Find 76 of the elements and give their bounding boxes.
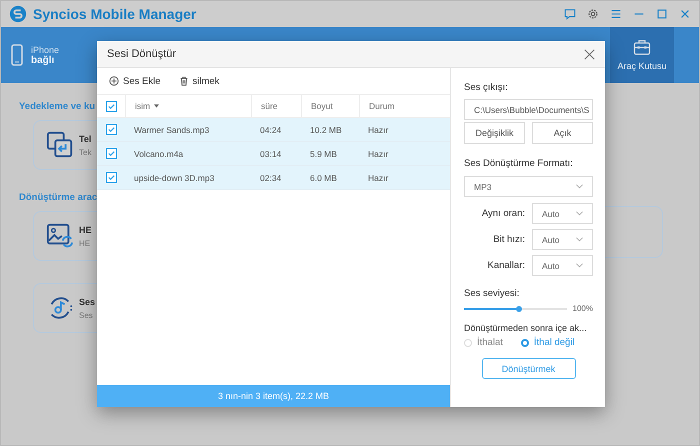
radio-label[interactable]: İthalat (477, 337, 503, 348)
dialog-title: Sesi Dönüştür (107, 48, 176, 60)
table-row[interactable]: upside-down 3D.mp3 02:34 6.0 MB Hazır (97, 166, 450, 190)
summary-bar: 3 nın-nin 3 item(s), 22.2 MB (97, 385, 450, 407)
option-label: Aynı oran: (482, 208, 525, 219)
card-subtitle: HE (79, 238, 92, 248)
column-header[interactable]: Boyut (301, 95, 359, 117)
toolbox-icon (633, 39, 651, 56)
radio-label[interactable]: İthal değil (534, 337, 575, 348)
path-button[interactable]: Değişiklik (464, 122, 525, 144)
device-name: iPhone (31, 44, 60, 54)
after-convert-label: Dönüştürmeden sonra içe ak... (464, 323, 588, 333)
maximize-icon[interactable] (656, 8, 668, 20)
phone-icon (11, 44, 23, 66)
section-heading: Dönüştürme arac (19, 192, 98, 203)
card-subtitle: Tek (79, 148, 92, 156)
table-row[interactable]: Volcano.m4a 03:14 5.9 MB Hazır (97, 142, 450, 166)
card-subtitle: Ses (79, 310, 94, 320)
option-dropdown[interactable]: Auto (532, 255, 593, 276)
table-cell: 03:14 (260, 148, 282, 158)
table-cell: Volcano.m4a (134, 148, 184, 158)
column-header[interactable]: süre (251, 95, 301, 117)
table-cell: 04:24 (260, 124, 282, 134)
table-cell: 5.9 MB (310, 148, 337, 158)
menu-icon[interactable] (610, 8, 622, 20)
volume-label: Ses seviyesi: (464, 288, 520, 299)
image-convert-icon (46, 222, 74, 250)
output-path-field[interactable]: C:\Users\Bubble\Documents\S (464, 99, 593, 120)
settings-icon[interactable] (587, 8, 599, 20)
table-cell: Warmer Sands.mp3 (134, 124, 210, 134)
chevron-icon (576, 184, 583, 189)
column-header[interactable]: Durum (359, 95, 450, 117)
logo-icon (9, 5, 27, 23)
table-cell: 6.0 MB (310, 172, 337, 182)
row-checkbox[interactable] (106, 148, 116, 159)
radio-button[interactable] (520, 338, 529, 346)
row-checkbox[interactable] (106, 172, 116, 183)
section-heading: Yedekleme ve ku (19, 101, 96, 112)
option-label: Kanallar: (488, 260, 525, 271)
table-row[interactable]: Warmer Sands.mp3 04:24 10.2 MB Hazır (97, 118, 450, 142)
convert-button[interactable]: Dönüştürmek (482, 358, 576, 379)
table-cell: Hazır (368, 124, 388, 134)
device-status: bağlı (31, 54, 56, 66)
chevron-icon (576, 237, 583, 242)
option-dropdown[interactable]: Auto (532, 203, 593, 224)
delete-button[interactable]: silmek (178, 76, 220, 86)
table-cell: upside-down 3D.mp3 (134, 172, 214, 182)
table-cell: 10.2 MB (310, 124, 342, 134)
plus-icon (109, 76, 119, 86)
close-icon[interactable] (584, 48, 595, 60)
option-dropdown[interactable]: Auto (532, 229, 593, 250)
chat-icon[interactable] (564, 8, 576, 20)
app-title: Syncios Mobile Manager (33, 6, 196, 22)
row-checkbox[interactable] (106, 124, 116, 135)
add-audio-button[interactable]: Ses Ekle (109, 76, 160, 86)
transfer-icon (46, 131, 74, 159)
column-header[interactable]: isim (125, 95, 251, 117)
trash-icon (178, 76, 188, 86)
volume-reading: 100% (572, 304, 593, 313)
sort-icon (154, 104, 160, 108)
card-title: Tel (79, 134, 92, 144)
table-cell: Hazır (368, 172, 388, 182)
option-label: Bit hızı: (493, 234, 525, 245)
close-icon[interactable] (679, 8, 691, 20)
card-title: HE (79, 224, 92, 234)
chevron-icon (576, 263, 583, 268)
table-cell: Hazır (368, 148, 388, 158)
toolbox-tab[interactable]: Araç Kutusu (610, 27, 674, 83)
format-dropdown[interactable]: MP3 (464, 176, 593, 197)
path-button[interactable]: Açık (532, 122, 593, 144)
chevron-icon (576, 211, 583, 216)
table-cell: 02:34 (260, 172, 282, 182)
output-label: Ses çıkışı: (464, 82, 509, 93)
select-all-checkbox[interactable] (106, 100, 116, 112)
format-label: Ses Dönüştürme Formatı: (464, 158, 574, 169)
card-title: Ses (79, 296, 96, 306)
